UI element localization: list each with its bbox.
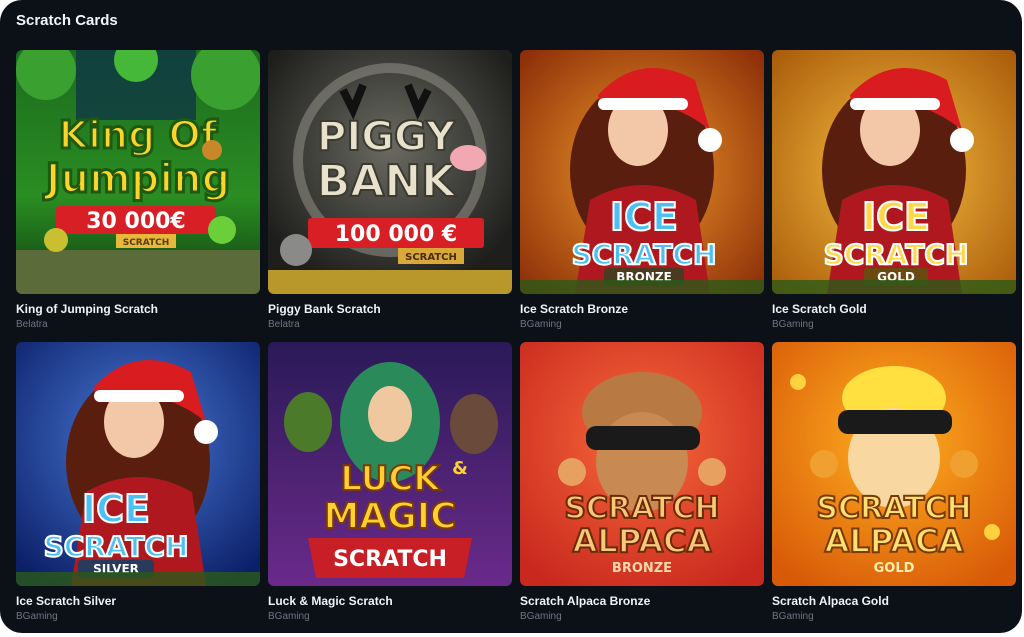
game-card-ice-scratch-gold[interactable]: ICE SCRATCH GOLD Ice Scratch Gold BGamin…	[772, 50, 1016, 342]
game-title[interactable]: King of Jumping Scratch	[16, 302, 158, 316]
scratch-cards-panel: Scratch Cards King Of Jumping 30 000€ SC…	[0, 0, 1022, 633]
game-title[interactable]: Ice Scratch Silver	[16, 594, 116, 608]
game-provider: Belatra	[268, 319, 300, 330]
game-thumbnail[interactable]: King Of Jumping 30 000€ SCRATCH	[16, 50, 260, 294]
logo-line2: BANK	[317, 156, 457, 207]
logo-line2: Jumping	[43, 156, 231, 202]
game-provider: BGaming	[520, 611, 562, 622]
game-provider: BGaming	[772, 319, 814, 330]
game-thumbnail[interactable]: ICE SCRATCH BRONZE	[520, 50, 764, 294]
game-title[interactable]: Piggy Bank Scratch	[268, 302, 381, 316]
logo-line1: ICE	[862, 195, 930, 239]
logo-line2: SCRATCH	[44, 530, 189, 563]
game-card-ice-scratch-bronze[interactable]: ICE SCRATCH BRONZE Ice Scratch Bronze BG…	[520, 50, 764, 342]
game-provider: Belatra	[16, 319, 48, 330]
snail-icon	[202, 140, 222, 160]
prize-amount: 100 000 €	[335, 222, 457, 247]
pig-icon	[450, 145, 486, 171]
game-card-scratch-alpaca-gold[interactable]: SCRATCH ALPACA GOLD Scratch Alpaca Gold …	[772, 342, 1016, 633]
logo-line1: SCRATCH	[564, 491, 719, 526]
game-thumbnail[interactable]: SCRATCH ALPACA GOLD	[772, 342, 1016, 586]
game-thumbnail[interactable]: ICE SCRATCH SILVER	[16, 342, 260, 586]
logo-line1: ICE	[82, 487, 150, 531]
game-thumbnail[interactable]: PIGGY BANK 100 000 € SCRATCH	[268, 50, 512, 294]
game-provider: BGaming	[16, 611, 58, 622]
game-provider: BGaming	[520, 319, 562, 330]
logo-ampersand: &	[452, 458, 468, 479]
logo-line1: ICE	[610, 195, 678, 239]
scratch-tag: SCRATCH	[405, 252, 457, 263]
game-card-luck-and-magic[interactable]: LUCK & MAGIC SCRATCH Luck & Magic Scratc…	[268, 342, 512, 633]
logo-line1: PIGGY	[317, 114, 456, 160]
game-provider: BGaming	[268, 611, 310, 622]
game-title[interactable]: Scratch Alpaca Bronze	[520, 594, 650, 608]
game-title[interactable]: Scratch Alpaca Gold	[772, 594, 889, 608]
game-thumbnail[interactable]: ICE SCRATCH GOLD	[772, 50, 1016, 294]
logo-line2: SCRATCH	[824, 238, 969, 271]
game-card-ice-scratch-silver[interactable]: ICE SCRATCH SILVER Ice Scratch Silver BG…	[16, 342, 260, 633]
logo-line1: LUCK	[340, 459, 441, 499]
logo-line2: ALPACA	[825, 522, 964, 560]
game-card-piggy-bank[interactable]: PIGGY BANK 100 000 € SCRATCH Piggy Bank …	[268, 50, 512, 342]
tier-label: GOLD	[874, 561, 915, 576]
logo-line2: MAGIC	[323, 496, 456, 537]
game-grid: King Of Jumping 30 000€ SCRATCH King of …	[16, 50, 1016, 633]
game-provider: BGaming	[772, 611, 814, 622]
prize-amount: 30 000€	[86, 209, 186, 234]
logo-line1: SCRATCH	[816, 491, 971, 526]
logo-line1: King Of	[59, 113, 218, 157]
scratch-tag: SCRATCH	[123, 238, 170, 248]
game-card-scratch-alpaca-bronze[interactable]: SCRATCH ALPACA BRONZE Scratch Alpaca Bro…	[520, 342, 764, 633]
section-title: Scratch Cards	[16, 12, 118, 29]
game-title[interactable]: Ice Scratch Gold	[772, 302, 867, 316]
game-card-king-of-jumping[interactable]: King Of Jumping 30 000€ SCRATCH King of …	[16, 50, 260, 342]
game-thumbnail[interactable]: SCRATCH ALPACA BRONZE	[520, 342, 764, 586]
logo-line2: SCRATCH	[572, 238, 717, 271]
scratch-tag: SCRATCH	[333, 547, 447, 572]
game-thumbnail[interactable]: LUCK & MAGIC SCRATCH	[268, 342, 512, 586]
tier-label: BRONZE	[612, 561, 672, 576]
game-title[interactable]: Luck & Magic Scratch	[268, 594, 393, 608]
game-title[interactable]: Ice Scratch Bronze	[520, 302, 628, 316]
logo-line2: ALPACA	[573, 522, 712, 560]
